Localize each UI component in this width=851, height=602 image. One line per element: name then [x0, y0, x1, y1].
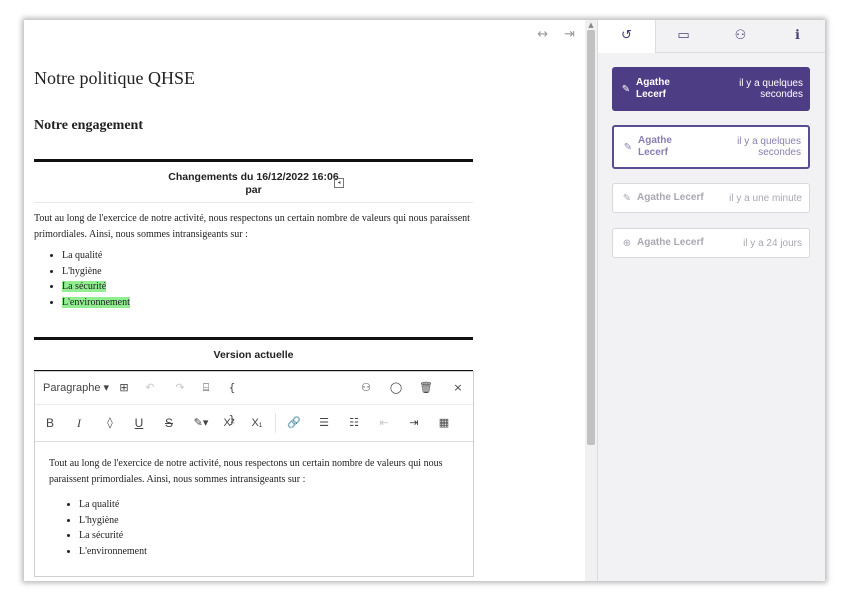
editor-list: La qualité L'hygiène La sécurité L'envir…: [49, 497, 459, 559]
section-title: Notre engagement: [34, 118, 143, 133]
editor-paragraph: Tout au long de l'exercice de notre acti…: [49, 458, 443, 485]
version-author: Agathe Lecerf: [637, 192, 704, 203]
highlight-icon[interactable]: ✎▾: [189, 405, 213, 441]
subscript-icon[interactable]: X₁: [249, 405, 265, 441]
list-item: L'environnement: [79, 544, 459, 560]
collapse-to-right-icon[interactable]: ⇥: [564, 27, 575, 42]
tab-handshake[interactable]: ⚇: [712, 20, 769, 52]
version-time: il y a une minute: [729, 192, 802, 204]
version-author: Agathe Lecerf: [637, 237, 704, 248]
indent-icon[interactable]: ⇥: [407, 405, 421, 441]
version-item-compared[interactable]: ✎ Agathe Lecerf il y a quelques secondes: [612, 125, 810, 169]
redo-icon[interactable]: ↷: [173, 372, 187, 404]
sidebar-tabs: ↺ ▭ ⚇ ℹ: [598, 20, 825, 53]
editor-toolbar-primary: Paragraphe ▾ ⊞ ↶ ↷ ⌸ { } ⚇ ◯ 🗑 ×: [35, 372, 473, 426]
version-author: Agathe Lecerf: [636, 77, 670, 100]
strikethrough-icon[interactable]: S: [162, 405, 176, 441]
list-item: L'environnement: [62, 295, 473, 311]
version-time: il y a quelques secondes: [737, 136, 801, 158]
added-text-highlight: L'environnement: [62, 296, 130, 308]
insert-block-icon[interactable]: ⊞: [117, 372, 131, 404]
pencil-icon: ✎: [621, 83, 631, 95]
info-icon: ℹ: [795, 28, 800, 43]
scroll-up-icon[interactable]: ▲: [587, 21, 595, 29]
current-version-label: Version actuelle: [213, 349, 294, 361]
app-window: ↔ ⇥ Notre politique QHSE Notre engagemen…: [24, 20, 825, 581]
comment-icon[interactable]: ◯: [389, 372, 403, 404]
comments-icon: ▭: [677, 28, 690, 43]
list-item: L'hygiène: [79, 513, 459, 529]
changes-list: La qualité L'hygiène La sécurité L'envir…: [34, 248, 473, 310]
added-text-highlight: La sécurité: [62, 281, 107, 292]
list-item: L'hygiène: [62, 264, 473, 280]
tab-comments[interactable]: ▭: [655, 20, 712, 52]
history-sidebar: ↺ ▭ ⚇ ℹ ✎ Agathe Lecerf il y a quelques …: [597, 20, 825, 581]
editor-toolbar-format: B I ◊ U S ✎▾ X² X₁ 🔗 ☰ ☷ ⇤ ⇥ ▦: [35, 405, 473, 442]
handshake-icon: ⚇: [734, 28, 747, 43]
version-item[interactable]: ✎ Agathe Lecerf il y a une minute: [612, 183, 810, 213]
bullet-list-icon[interactable]: ☰: [317, 405, 331, 441]
version-comparison: Changements du 16/12/2022 16:06 par ◂ To…: [34, 159, 473, 373]
pencil-icon: ✎: [623, 141, 633, 153]
tab-history[interactable]: ↺: [598, 20, 656, 53]
italic-icon[interactable]: I: [72, 405, 86, 441]
list-item: La sécurité: [79, 528, 459, 544]
text-color-icon[interactable]: ◊: [103, 405, 117, 441]
list-item: La sécurité: [62, 279, 473, 295]
link-icon[interactable]: 🔗: [287, 405, 301, 441]
plus-circle-icon: ⊕: [622, 237, 632, 249]
pane-controls: ↔ ⇥: [537, 27, 575, 42]
bold-icon[interactable]: B: [43, 405, 57, 441]
page-break-icon[interactable]: ⌸: [199, 372, 213, 404]
changes-header: Changements du 16/12/2022 16:06 par ◂: [34, 162, 473, 203]
version-time: il y a 24 jours: [743, 237, 802, 249]
history-icon: ↺: [621, 28, 632, 43]
version-item[interactable]: ⊕ Agathe Lecerf il y a 24 jours: [612, 228, 810, 258]
table-icon[interactable]: ▦: [437, 405, 451, 441]
changes-date-label: Changements du 16/12/2022 16:06: [168, 171, 339, 183]
changes-author-label: par: [245, 184, 262, 196]
tab-info[interactable]: ℹ: [769, 20, 825, 52]
source-code-icon[interactable]: { }: [224, 372, 240, 426]
scrollbar-thumb[interactable]: [587, 30, 595, 445]
horizontal-resize-icon[interactable]: ↔: [537, 27, 548, 42]
toolbar-separator: [275, 413, 276, 433]
changes-paragraph: Tout au long de l'exercice de notre acti…: [34, 213, 470, 240]
underline-icon[interactable]: U: [132, 405, 146, 441]
format-select[interactable]: Paragraphe ▾: [43, 372, 109, 404]
rich-text-editor: Paragraphe ▾ ⊞ ↶ ↷ ⌸ { } ⚇ ◯ 🗑 × B I ◊ U…: [34, 371, 474, 577]
editor-content[interactable]: Tout au long de l'exercice de notre acti…: [35, 442, 473, 559]
version-author: Agathe Lecerf: [638, 135, 672, 158]
expand-icon[interactable]: ◂: [334, 178, 344, 188]
numbered-list-icon[interactable]: ☷: [347, 405, 361, 441]
pencil-icon: ✎: [622, 192, 632, 204]
list-item: La qualité: [62, 248, 473, 264]
page-title: Notre politique QHSE: [34, 68, 195, 88]
undo-icon[interactable]: ↶: [143, 372, 157, 404]
outdent-icon[interactable]: ⇤: [377, 405, 391, 441]
document-scrollbar[interactable]: ▲: [585, 20, 597, 581]
superscript-icon[interactable]: X²: [221, 405, 237, 441]
version-item-selected[interactable]: ✎ Agathe Lecerf il y a quelques secondes: [612, 67, 810, 111]
close-icon[interactable]: ×: [451, 372, 465, 404]
list-item: La qualité: [79, 497, 459, 513]
version-time: il y a quelques secondes: [739, 78, 803, 100]
document-pane: ↔ ⇥ Notre politique QHSE Notre engagemen…: [24, 20, 585, 581]
handshake-icon[interactable]: ⚇: [359, 372, 373, 404]
trash-icon[interactable]: 🗑: [419, 372, 433, 404]
changes-body: Tout au long de l'exercice de notre acti…: [34, 203, 473, 337]
